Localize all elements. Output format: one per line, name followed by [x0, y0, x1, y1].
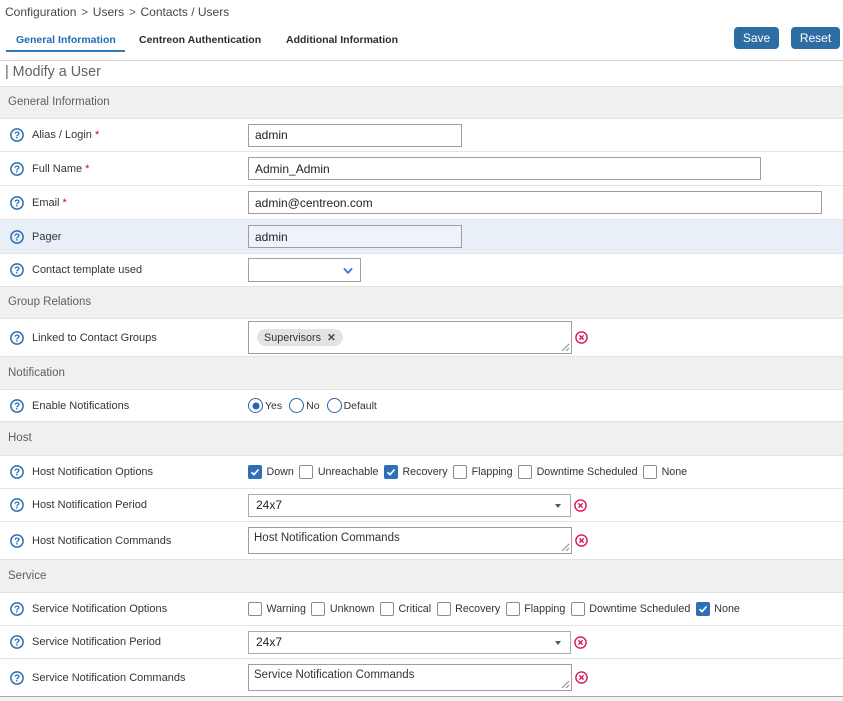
svg-text:?: ? [14, 605, 20, 616]
svg-text:?: ? [14, 198, 20, 209]
svg-text:?: ? [14, 673, 20, 684]
svg-text:?: ? [14, 536, 20, 547]
svg-text:?: ? [14, 164, 20, 175]
svg-text:?: ? [14, 501, 20, 512]
svg-text:?: ? [14, 131, 20, 142]
svg-text:?: ? [14, 333, 20, 344]
svg-text:?: ? [14, 401, 20, 412]
svg-text:?: ? [14, 266, 20, 277]
svg-text:?: ? [14, 638, 20, 649]
svg-text:?: ? [14, 232, 20, 243]
svg-text:?: ? [14, 468, 20, 479]
